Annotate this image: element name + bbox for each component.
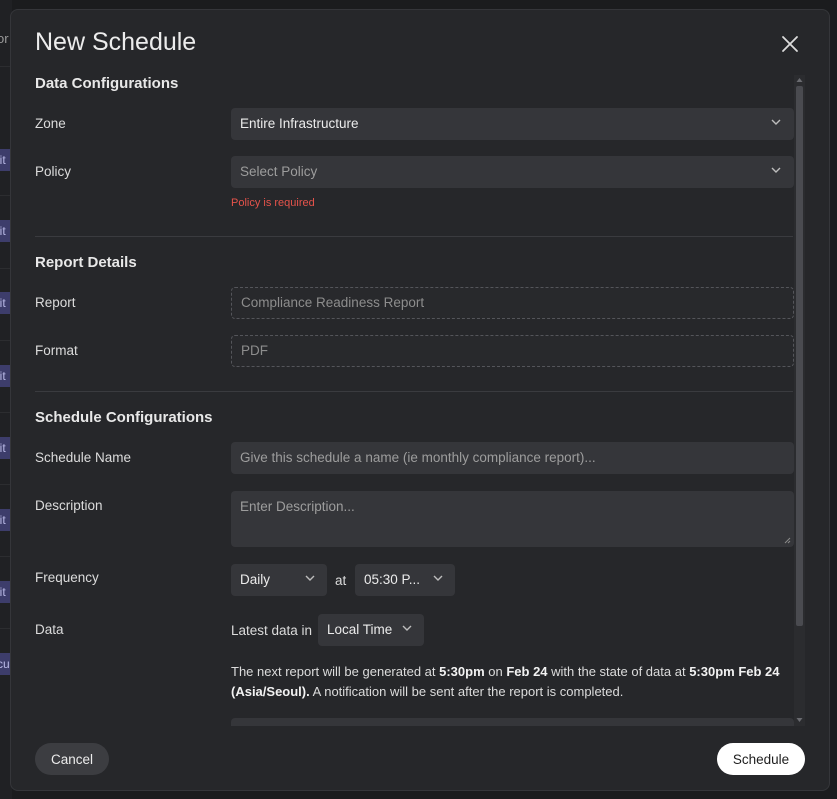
schedule-name-input[interactable]: Give this schedule a name (ie monthly co… xyxy=(231,442,794,474)
policy-error-message: Policy is required xyxy=(231,197,315,209)
chevron-down-icon xyxy=(771,119,781,125)
description-textarea[interactable]: Enter Description... xyxy=(231,491,794,547)
scrollbar-thumb[interactable] xyxy=(796,86,803,626)
partially-visible-field xyxy=(231,718,794,726)
chevron-down-icon xyxy=(433,575,443,581)
frequency-label: Frequency xyxy=(35,570,99,585)
latest-data-label: Latest data in xyxy=(231,623,313,638)
schedule-button[interactable]: Schedule xyxy=(717,743,805,775)
at-label: at xyxy=(335,573,347,588)
scroll-down-arrow-icon[interactable] xyxy=(796,717,803,723)
chevron-down-icon xyxy=(305,575,315,581)
next-report-info: The next report will be generated at 5:3… xyxy=(231,664,780,699)
report-label: Report xyxy=(35,295,76,310)
report-field: Compliance Readiness Report xyxy=(231,287,794,319)
data-label: Data xyxy=(35,622,64,637)
format-label: Format xyxy=(35,343,78,358)
section-title-schedule-configurations: Schedule Configurations xyxy=(35,409,213,426)
zone-value: Entire Infrastructure xyxy=(240,116,359,131)
frequency-select[interactable]: Daily xyxy=(231,564,327,596)
dialog-title: New Schedule xyxy=(35,28,197,56)
format-field: PDF xyxy=(231,335,794,367)
timezone-value: Local Time xyxy=(327,622,393,637)
scroll-up-arrow-icon[interactable] xyxy=(796,77,803,83)
policy-select[interactable]: Select Policy xyxy=(231,156,794,188)
section-divider xyxy=(35,391,793,392)
description-label: Description xyxy=(35,498,103,513)
cancel-button[interactable]: Cancel xyxy=(35,743,109,775)
time-value: 05:30 P... xyxy=(364,572,421,587)
section-divider xyxy=(35,236,793,237)
zone-label: Zone xyxy=(35,116,66,131)
resize-grip-icon[interactable] xyxy=(784,537,791,544)
description-placeholder: Enter Description... xyxy=(240,499,355,514)
new-schedule-dialog: New Schedule Data Configurations Zone En… xyxy=(10,9,830,791)
policy-placeholder: Select Policy xyxy=(240,164,318,179)
close-icon[interactable] xyxy=(779,33,801,55)
section-title-data-configurations: Data Configurations xyxy=(35,75,179,92)
zone-select[interactable]: Entire Infrastructure xyxy=(231,108,794,140)
chevron-down-icon xyxy=(402,625,412,631)
policy-label: Policy xyxy=(35,164,72,179)
chevron-down-icon xyxy=(771,167,781,173)
frequency-value: Daily xyxy=(240,572,271,587)
section-title-report-details: Report Details xyxy=(35,254,137,271)
timezone-select[interactable]: Local Time xyxy=(318,614,424,646)
time-select[interactable]: 05:30 P... xyxy=(355,564,455,596)
schedule-name-label: Schedule Name xyxy=(35,450,132,465)
